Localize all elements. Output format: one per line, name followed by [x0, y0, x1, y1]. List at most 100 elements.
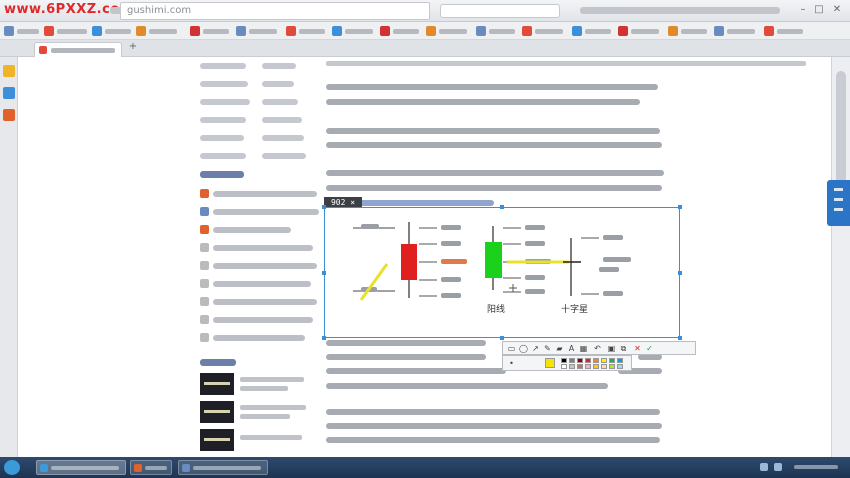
- link-item[interactable]: [200, 63, 246, 69]
- link-item[interactable]: [262, 153, 306, 159]
- search-bar[interactable]: [440, 4, 560, 18]
- link-item[interactable]: [200, 117, 246, 123]
- color-swatch[interactable]: [609, 364, 615, 369]
- bookmark-label: [777, 29, 803, 34]
- news-item[interactable]: [200, 279, 320, 289]
- bookmark-label: [585, 29, 611, 34]
- clock: [794, 465, 838, 469]
- taskbar-app[interactable]: [36, 460, 126, 475]
- bookmark-label: [149, 29, 177, 34]
- selection-handle[interactable]: [322, 271, 326, 275]
- bull-candle-body: [485, 242, 502, 278]
- video-item[interactable]: [200, 373, 324, 397]
- bookmark-label: [393, 29, 419, 34]
- news-item[interactable]: [200, 333, 320, 343]
- save-icon[interactable]: ▣: [607, 344, 616, 353]
- taskbar-app[interactable]: [130, 460, 172, 475]
- screenshot-selection[interactable]: 阳线 十字星: [324, 207, 680, 338]
- floating-side-tab[interactable]: [827, 180, 850, 226]
- volume-icon[interactable]: [774, 463, 782, 471]
- selection-handle[interactable]: [678, 205, 682, 209]
- color-swatch[interactable]: [617, 364, 623, 369]
- maximize-button[interactable]: □: [812, 4, 826, 16]
- color-swatch[interactable]: [577, 358, 583, 363]
- doji-figure: 十字星: [561, 235, 631, 315]
- color-swatch[interactable]: [609, 358, 615, 363]
- label-placeholder: [441, 225, 461, 230]
- history-icon[interactable]: [3, 87, 15, 99]
- minimize-button[interactable]: –: [796, 4, 810, 16]
- selection-handle[interactable]: [500, 205, 504, 209]
- color-swatch[interactable]: [569, 364, 575, 369]
- color-swatch[interactable]: [569, 358, 575, 363]
- link-item[interactable]: [200, 99, 250, 105]
- bookmark-icon: [332, 26, 342, 36]
- start-button[interactable]: [4, 460, 20, 475]
- color-swatch[interactable]: [593, 358, 599, 363]
- new-tab-button[interactable]: +: [126, 41, 140, 53]
- color-swatch[interactable]: [601, 364, 607, 369]
- address-bar[interactable]: gushimi.com: [120, 2, 430, 20]
- text-tool-icon[interactable]: A: [567, 344, 576, 353]
- arrow-tool-icon[interactable]: ↗: [531, 344, 540, 353]
- link-item[interactable]: [262, 63, 296, 69]
- news-item[interactable]: [200, 243, 320, 253]
- close-window-button[interactable]: ✕: [830, 4, 844, 16]
- selection-handle[interactable]: [322, 336, 326, 340]
- ellipse-tool-icon[interactable]: ◯: [519, 344, 528, 353]
- news-title: [213, 227, 291, 233]
- link-item[interactable]: [200, 135, 244, 141]
- news-icon: [200, 297, 209, 306]
- scroll-thumb[interactable]: [836, 71, 846, 191]
- network-icon[interactable]: [760, 463, 768, 471]
- news-item[interactable]: [200, 225, 320, 235]
- selection-handle[interactable]: [678, 271, 682, 275]
- link-item[interactable]: [262, 117, 302, 123]
- taskbar-app[interactable]: [178, 460, 268, 475]
- link-item[interactable]: [262, 135, 304, 141]
- news-item[interactable]: [200, 315, 320, 325]
- color-swatch[interactable]: [561, 364, 567, 369]
- browser-titlebar: www.6PXXZ.com gushimi.com – □ ✕: [0, 0, 850, 22]
- news-item[interactable]: [200, 297, 320, 307]
- tab-active[interactable]: [34, 42, 122, 57]
- copy-icon[interactable]: ⧉: [619, 344, 628, 353]
- news-title: [213, 263, 317, 269]
- highlighter-tool-icon[interactable]: ▰: [555, 344, 564, 353]
- bookmark-label: [345, 29, 373, 34]
- news-title: [213, 209, 319, 215]
- color-swatch[interactable]: [577, 364, 583, 369]
- rectangle-tool-icon[interactable]: ▭: [507, 344, 516, 353]
- color-swatch[interactable]: [585, 358, 591, 363]
- news-item[interactable]: [200, 207, 320, 217]
- undo-icon[interactable]: ↶: [593, 344, 602, 353]
- video-item[interactable]: [200, 401, 324, 425]
- mosaic-tool-icon[interactable]: ▦: [579, 344, 588, 353]
- link-item[interactable]: [200, 81, 248, 87]
- news-item[interactable]: [200, 189, 320, 199]
- cancel-icon[interactable]: ✕: [633, 344, 642, 353]
- color-swatch[interactable]: [593, 364, 599, 369]
- bookmark-icon: [476, 26, 486, 36]
- bookmark-label: [57, 29, 87, 34]
- active-color-swatch[interactable]: [545, 358, 555, 368]
- link-item[interactable]: [200, 153, 246, 159]
- news-item[interactable]: [200, 261, 320, 271]
- favorites-icon[interactable]: [3, 65, 15, 77]
- color-swatch[interactable]: [561, 358, 567, 363]
- page-scrollbar[interactable]: [831, 57, 850, 457]
- finish-button[interactable]: [653, 343, 693, 354]
- color-swatch[interactable]: [585, 364, 591, 369]
- toolbar-icons[interactable]: [580, 7, 780, 14]
- video-item[interactable]: [200, 429, 324, 453]
- link-item[interactable]: [262, 81, 294, 87]
- color-swatch[interactable]: [617, 358, 623, 363]
- pen-size-icon[interactable]: •: [507, 359, 516, 368]
- download-icon[interactable]: [3, 109, 15, 121]
- selection-handle[interactable]: [678, 336, 682, 340]
- pen-tool-icon[interactable]: ✎: [543, 344, 552, 353]
- selection-handle[interactable]: [322, 205, 326, 209]
- selection-handle[interactable]: [500, 336, 504, 340]
- color-swatch[interactable]: [601, 358, 607, 363]
- link-item[interactable]: [262, 99, 298, 105]
